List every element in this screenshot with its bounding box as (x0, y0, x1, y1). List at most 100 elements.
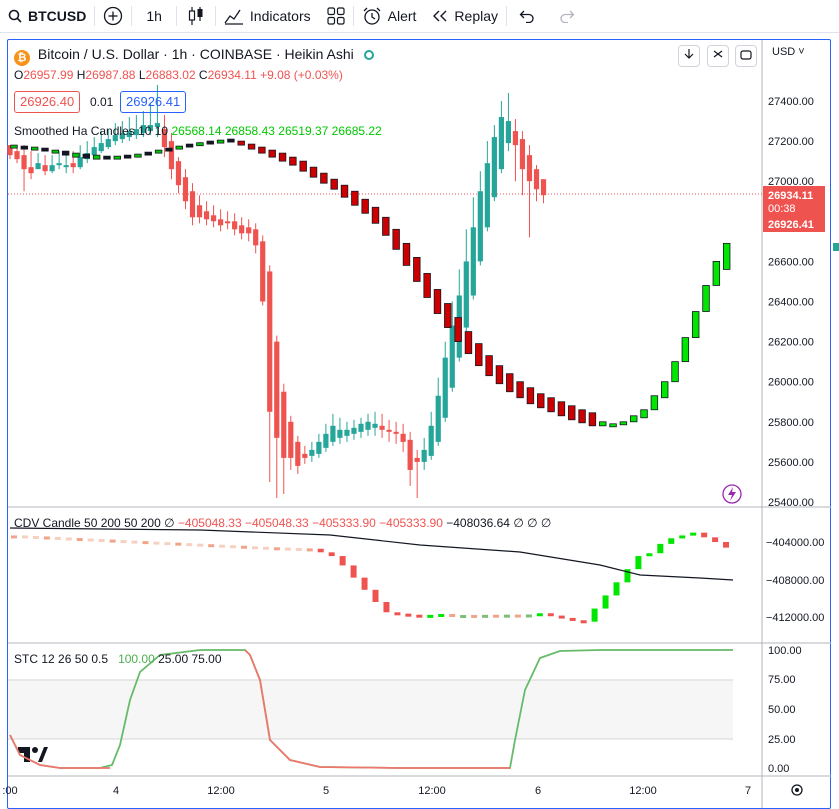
smoothed-candle (206, 140, 214, 145)
ha-candle-body (302, 453, 308, 458)
bid-price-value: 26926.41 (768, 219, 814, 231)
smoothed-candle (216, 139, 225, 144)
currency-selector[interactable]: USD ˅ (772, 46, 805, 58)
stc-tick-label: 25.00 (768, 734, 796, 746)
settings-gear-icon[interactable] (791, 784, 803, 796)
smoothed-candle (92, 154, 101, 160)
cdv-candle (602, 595, 609, 609)
chart-canvas[interactable]: 27400.0027200.0027000.0026800.0026600.00… (0, 0, 839, 809)
axis-marker (833, 243, 839, 251)
stc-value: 75.00 (191, 652, 222, 666)
price-tick-label: 27400.00 (768, 96, 814, 108)
ha-candle-body (365, 421, 371, 430)
cdv-candle (503, 614, 510, 618)
cdv-candle (11, 535, 17, 539)
price-tick-label: 26000.00 (768, 377, 814, 389)
cdv-candle (208, 544, 215, 548)
currency-label: USD (772, 46, 796, 58)
smoothed-value: 26858.43 (224, 124, 275, 138)
stc-tick-label: 0.00 (768, 763, 789, 775)
cdv-candle (295, 548, 302, 551)
smoothed-candle (671, 361, 679, 383)
ha-candle-body (407, 439, 413, 470)
smoothed-candle (568, 405, 576, 421)
smoothed-candle (640, 409, 648, 419)
smoothed-candle (51, 149, 60, 154)
cdv-candle (120, 540, 127, 544)
scroll-down-button[interactable] (678, 45, 700, 67)
cdv-legend[interactable]: CDV Candle 50 200 50 200 ∅ −405048.33 −4… (14, 516, 551, 530)
price-tick-label: 26400.00 (768, 297, 814, 309)
smoothed-legend[interactable]: Smoothed Ha Candles 10 10 26568.14 26858… (14, 124, 382, 138)
smoothed-candle (340, 184, 349, 198)
cdv-value: −408036.64 (446, 516, 510, 530)
cdv-candle (460, 615, 467, 619)
cdv-candle (197, 543, 204, 547)
cdv-candle (591, 608, 598, 622)
cdv-candle (43, 536, 50, 540)
smoothed-candle (154, 149, 163, 154)
ha-candle-body (239, 225, 245, 234)
ha-candle-body (196, 205, 203, 218)
cdv-candle (219, 544, 226, 548)
cdv-candle (131, 540, 138, 544)
collapse-button[interactable] (707, 45, 729, 67)
ha-candle-body (386, 429, 392, 432)
lightning-icon[interactable] (722, 484, 742, 504)
stc-band (8, 680, 733, 739)
low-label: L (138, 68, 146, 82)
ha-candle-body (56, 163, 62, 166)
last-price-value: 26934.11 (768, 190, 813, 202)
cdv-candle (569, 617, 576, 621)
cdv-axis[interactable]: −404000.00 −408000.00 −412000.00 (766, 537, 824, 624)
market-status-dot (363, 50, 374, 60)
cdv-candle (328, 552, 335, 557)
chevron-down-icon: ˅ (795, 46, 805, 58)
ha-candle-body (491, 137, 497, 198)
stc-legend[interactable]: STC 12 26 50 0.5 100.00 25.00 75.00 (14, 652, 222, 666)
bitcoin-icon: ₿ (14, 50, 30, 66)
ha-candle-body (316, 441, 322, 454)
cdv-candle (449, 613, 456, 617)
smoothed-candle (20, 145, 29, 150)
sell-button[interactable]: 26926.40 (14, 91, 81, 113)
smoothed-candle (185, 143, 194, 148)
ha-candle-body (77, 157, 83, 168)
ha-candle-body (309, 449, 315, 456)
smoothed-candle (113, 155, 121, 160)
buy-button[interactable]: 26926.41 (120, 91, 187, 113)
ha-candle-body (281, 391, 287, 458)
cdv-value: ∅ (513, 516, 524, 530)
collapse-icon (713, 47, 723, 65)
smoothed-candle (10, 144, 18, 149)
smoothed-candle (30, 146, 39, 151)
cdv-candle (142, 541, 149, 545)
ha-candle-body (337, 429, 343, 438)
ha-candle-body (42, 165, 48, 172)
maximize-button[interactable] (735, 45, 757, 67)
close-value: 26934.11 (207, 68, 257, 82)
cdv-candle (21, 535, 28, 539)
ha-candle-body (533, 169, 540, 190)
ha-candle-body (260, 241, 266, 302)
cdv-candle (701, 532, 708, 538)
smoothed-candle (526, 387, 535, 405)
cdv-candle (646, 553, 653, 557)
cdv-candle (383, 602, 390, 613)
ha-candle-body (449, 325, 455, 388)
price-axis[interactable]: 27400.0027200.0027000.0026800.0026600.00… (768, 96, 814, 509)
time-axis[interactable]: :00 4 12:00 5 12:00 6 12:00 7 (2, 785, 751, 797)
smoothed-candle (361, 198, 369, 214)
spread-value: 0.01 (90, 95, 114, 109)
ha-candle-body (505, 121, 512, 144)
cdv-candle (350, 565, 357, 578)
cdv-candle (317, 548, 324, 553)
stc-axis[interactable]: 100.00 75.00 50.00 25.00 0.00 (768, 645, 802, 775)
ha-candle-body (203, 211, 210, 220)
ha-candle-body (414, 457, 420, 462)
low-value: 26883.02 (145, 68, 196, 82)
ha-candle-body (253, 229, 259, 246)
smoothed-candle (247, 143, 256, 150)
smoothed-candle (588, 412, 597, 427)
smoothed-candle (537, 393, 545, 409)
